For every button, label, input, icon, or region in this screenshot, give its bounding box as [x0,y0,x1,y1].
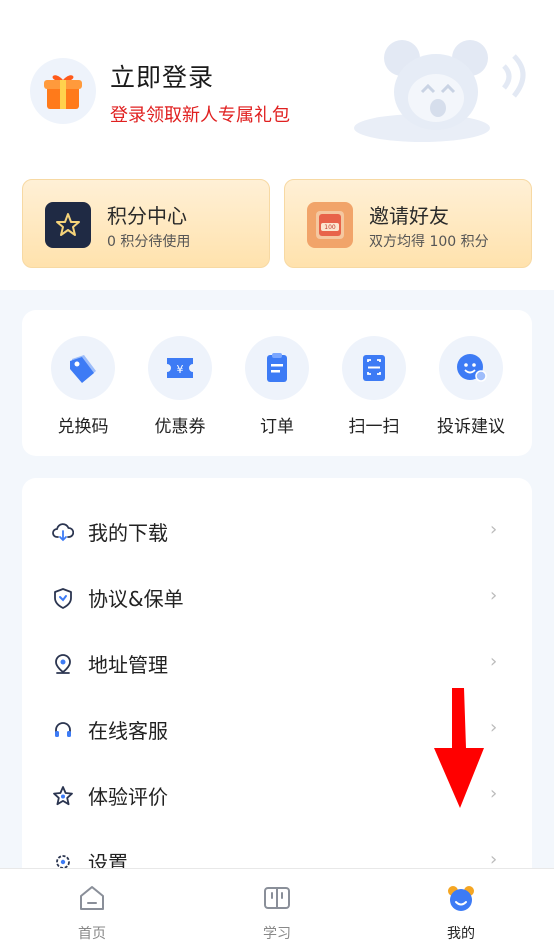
quick-action-feedback[interactable]: 投诉建议 [426,336,516,437]
star-badge-icon [56,213,80,236]
scan-icon [363,355,385,381]
quick-action-circle [51,336,115,400]
chevron-right-icon: › [490,585,498,606]
tab-study[interactable]: 学习 [237,883,317,943]
menu-item-label: 在线客服 [88,719,168,743]
tab-label: 首页 [78,926,106,942]
star-icon [53,786,73,806]
bottom-tab-bar: 首页 学习 我的 [0,868,554,949]
quick-action-coupons[interactable]: ¥ 优惠券 [135,336,225,437]
invite-card-title: 邀请好友 [369,204,449,228]
menu-item-agreements[interactable]: 协议&保单 › [22,565,532,631]
menu-item-label: 协议&保单 [88,587,184,611]
chevron-right-icon: › [490,783,498,804]
quick-action-circle [342,336,406,400]
quick-action-label: 订单 [260,417,294,437]
envelope-badge-text: 100 [324,224,336,231]
menu-item-label: 我的下载 [88,521,168,545]
tab-label: 学习 [263,926,291,942]
tab-home[interactable]: 首页 [52,883,132,943]
mascot-illustration [354,40,526,142]
invite-friends-card[interactable]: 100 邀请好友 双方均得 100 积分 [284,179,532,268]
chevron-right-icon: › [490,849,498,870]
invite-icon-box: 100 [307,202,353,248]
chevron-right-icon: › [490,651,498,672]
home-icon [80,886,104,910]
quick-action-circle: ¥ [148,336,212,400]
quick-action-circle [245,336,309,400]
shield-icon [54,588,72,609]
order-icon [267,353,287,382]
invite-card-subtitle: 双方均得 100 积分 [369,234,489,250]
tab-label: 我的 [447,926,475,942]
profile-icon [448,886,474,911]
location-icon [55,654,71,674]
tab-mine[interactable]: 我的 [421,883,501,943]
headset-icon [55,722,71,737]
quick-action-scan[interactable]: 扫一扫 [329,336,419,437]
quick-action-label: 扫一扫 [348,417,400,437]
quick-action-label: 投诉建议 [437,417,505,437]
quick-action-orders[interactable]: 订单 [232,336,322,437]
quick-action-label: 优惠券 [154,417,206,437]
quick-actions-panel: 兑换码 ¥ 优惠券 订单 扫一扫 投诉建议 [22,310,532,456]
login-title[interactable]: 立即登录 [110,58,214,94]
feedback-icon [457,354,487,382]
menu-item-label: 地址管理 [88,653,168,677]
tag-icon [70,355,96,383]
chevron-right-icon: › [490,519,498,540]
quick-action-label: 兑换码 [57,417,109,437]
login-subtitle[interactable]: 登录领取新人专属礼包 [110,101,290,127]
points-icon-box [45,202,91,248]
profile-header: 立即登录 登录领取新人专属礼包 积分中心 0 积分待使用 100 邀请好友 双方… [0,0,554,290]
red-down-arrow-icon [434,688,484,808]
gift-icon [44,75,82,109]
quick-action-redeem-code[interactable]: 兑换码 [38,336,128,437]
red-envelope-icon: 100 [316,211,344,239]
menu-item-downloads[interactable]: 我的下载 › [22,499,532,565]
gift-avatar[interactable] [30,58,96,124]
cloud-download-icon [52,523,74,542]
quick-action-circle [439,336,503,400]
book-icon [264,887,290,909]
points-card-subtitle: 0 积分待使用 [107,234,191,250]
menu-item-label: 体验评价 [88,785,168,809]
svg-text:¥: ¥ [177,363,184,376]
coupon-icon: ¥ [167,358,193,378]
points-center-card[interactable]: 积分中心 0 积分待使用 [22,179,270,268]
points-card-title: 积分中心 [107,204,187,228]
chevron-right-icon: › [490,717,498,738]
